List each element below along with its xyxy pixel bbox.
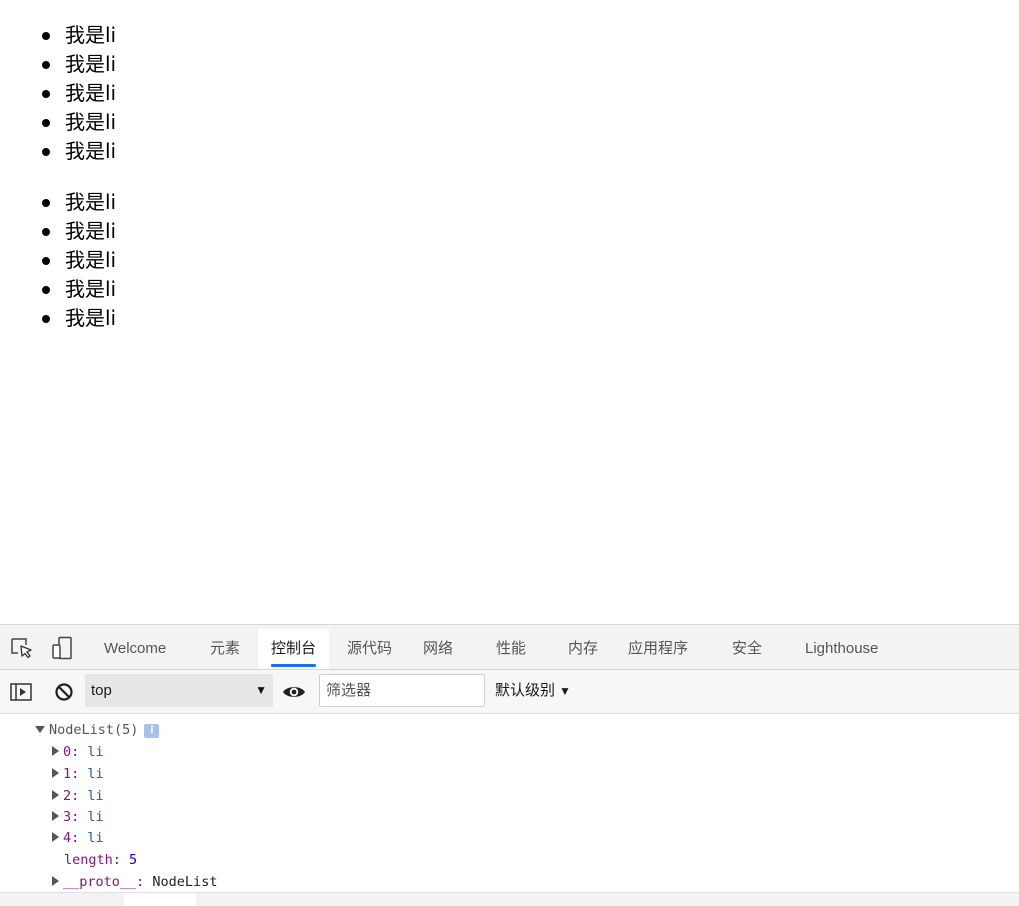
tab-console[interactable]: 控制台 xyxy=(258,629,330,669)
expand-triangle-icon[interactable] xyxy=(35,726,45,733)
drawer-tab[interactable] xyxy=(124,893,196,906)
entry-key: 3 xyxy=(63,809,72,825)
list-item: 我是li xyxy=(0,137,116,166)
list-item-text: 我是li xyxy=(65,81,117,105)
list-item: 我是li xyxy=(0,304,116,333)
tab-security[interactable]: 安全 xyxy=(732,629,762,669)
list-item: 我是li xyxy=(0,50,116,79)
list-item-text: 我是li xyxy=(65,306,117,330)
list-item-text: 我是li xyxy=(65,139,117,163)
collapse-triangle-icon[interactable] xyxy=(52,768,59,778)
bullet-icon xyxy=(42,228,50,236)
context-selector[interactable]: top ▼ xyxy=(85,674,273,707)
devtools-tab-bar: Welcome 元素 控制台 源代码 网络 性能 内存 应用程序 安全 Ligh… xyxy=(0,625,1019,670)
collapse-triangle-icon[interactable] xyxy=(52,832,59,842)
console-entry[interactable]: 4: li xyxy=(52,827,104,849)
tab-memory[interactable]: 内存 xyxy=(568,629,598,669)
entry-key: 1 xyxy=(63,766,72,782)
list-item: 我是li xyxy=(0,188,116,217)
entry-value: li xyxy=(87,744,104,760)
list-item: 我是li xyxy=(0,21,116,50)
collapse-triangle-icon[interactable] xyxy=(52,876,59,886)
drawer-tab-bar xyxy=(0,892,1019,906)
tab-sources[interactable]: 源代码 xyxy=(347,629,392,669)
entry-key: 4 xyxy=(63,830,72,846)
list-item: 我是li xyxy=(0,275,116,304)
log-level-dropdown[interactable]: 默认级别 ▼ xyxy=(495,674,571,707)
entry-value: li xyxy=(87,788,104,804)
tab-elements[interactable]: 元素 xyxy=(210,629,240,669)
entry-key: 2 xyxy=(63,788,72,804)
context-selector-value: top xyxy=(91,682,112,699)
length-value: 5 xyxy=(129,852,138,868)
bullet-icon xyxy=(42,148,50,156)
page-content: 我是li 我是li 我是li 我是li 我是li 我是li 我是li 我是li … xyxy=(0,0,1019,624)
bullet-icon xyxy=(42,199,50,207)
list-item: 我是li xyxy=(0,79,116,108)
bullet-icon xyxy=(42,61,50,69)
list-item-text: 我是li xyxy=(65,23,117,47)
nodelist-header[interactable]: NodeList(5) i xyxy=(35,719,160,741)
proto-key: __proto__ xyxy=(63,874,137,890)
tab-application[interactable]: 应用程序 xyxy=(628,629,688,669)
console-entry[interactable]: 3: li xyxy=(52,806,104,828)
list-item: 我是li xyxy=(0,246,116,275)
console-toolbar: top ▼ 筛选器 默认级别 ▼ xyxy=(0,670,1019,714)
nodelist-label: NodeList(5) xyxy=(49,722,139,738)
tab-performance[interactable]: 性能 xyxy=(496,629,526,669)
bullet-icon xyxy=(42,90,50,98)
bullet-icon xyxy=(42,286,50,294)
bullet-icon xyxy=(42,257,50,265)
list-item: 我是li xyxy=(0,217,116,246)
list-item-text: 我是li xyxy=(65,219,117,243)
bullet-icon xyxy=(42,32,50,40)
collapse-triangle-icon[interactable] xyxy=(52,746,59,756)
entry-value: li xyxy=(87,809,104,825)
console-sidebar-icon[interactable] xyxy=(1,670,41,714)
devtools-panel: Welcome 元素 控制台 源代码 网络 性能 内存 应用程序 安全 Ligh… xyxy=(0,624,1019,906)
list-item: 我是li xyxy=(0,108,116,137)
console-filter-input[interactable]: 筛选器 xyxy=(319,674,485,707)
bullet-icon xyxy=(42,315,50,323)
list-item-text: 我是li xyxy=(65,248,117,272)
bullet-icon xyxy=(42,119,50,127)
list-item-text: 我是li xyxy=(65,52,117,76)
info-icon[interactable]: i xyxy=(144,724,160,738)
log-level-label: 默认级别 xyxy=(495,682,556,699)
collapse-triangle-icon[interactable] xyxy=(52,790,59,800)
list-item-text: 我是li xyxy=(65,277,117,301)
list-item-text: 我是li xyxy=(65,190,117,214)
console-entry[interactable]: 1: li xyxy=(52,763,104,785)
clear-console-icon[interactable] xyxy=(44,670,84,714)
list-item-text: 我是li xyxy=(65,110,117,134)
entry-value: li xyxy=(87,766,104,782)
tab-welcome[interactable]: Welcome xyxy=(104,629,166,669)
length-property: length: 5 xyxy=(64,852,138,868)
dropdown-arrow-icon: ▼ xyxy=(559,684,571,698)
console-output: NodeList(5) i 0: li 1: li 2: li 3: li 4: … xyxy=(0,714,1019,892)
proto-value: NodeList xyxy=(152,874,218,890)
length-key: length xyxy=(64,852,113,868)
console-entry[interactable]: 0: li xyxy=(52,741,104,763)
inspect-element-icon[interactable] xyxy=(2,625,42,670)
tab-lighthouse[interactable]: Lighthouse xyxy=(805,629,878,669)
live-expression-eye-icon[interactable] xyxy=(274,670,314,714)
bullet-list-1: 我是li 我是li 我是li 我是li 我是li xyxy=(0,21,116,166)
bullet-list-2: 我是li 我是li 我是li 我是li 我是li xyxy=(0,188,116,333)
collapse-triangle-icon[interactable] xyxy=(52,811,59,821)
dropdown-arrow-icon: ▼ xyxy=(255,683,267,697)
proto-entry[interactable]: __proto__: NodeList xyxy=(52,871,217,893)
entry-key: 0 xyxy=(63,744,72,760)
device-toolbar-icon[interactable] xyxy=(42,625,82,670)
entry-value: li xyxy=(87,830,104,846)
tab-network[interactable]: 网络 xyxy=(423,629,453,669)
console-entry[interactable]: 2: li xyxy=(52,785,104,807)
